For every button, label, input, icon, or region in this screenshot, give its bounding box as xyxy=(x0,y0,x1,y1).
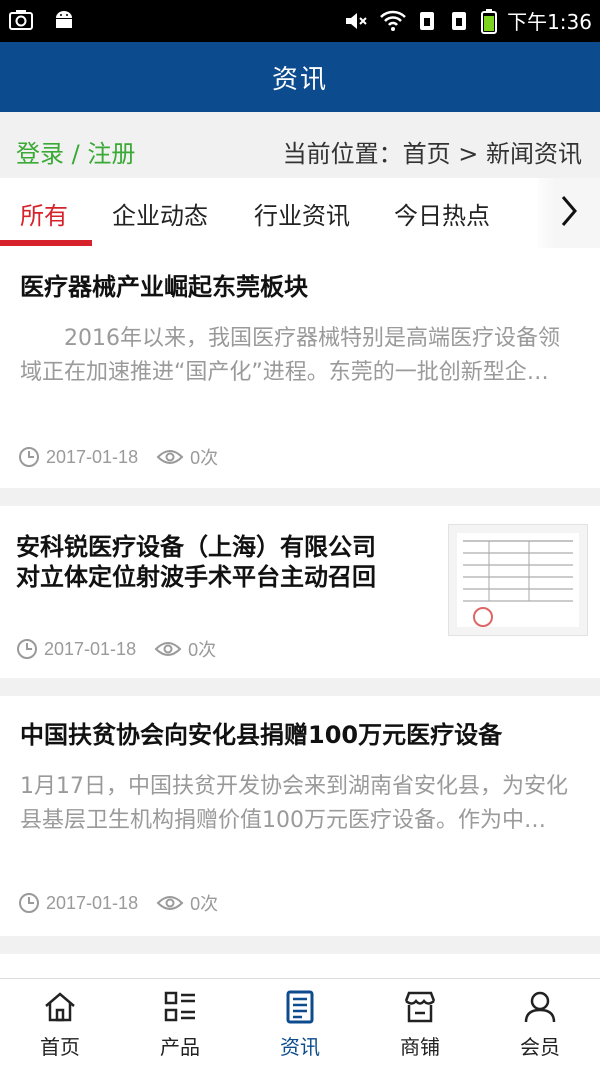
home-icon xyxy=(42,989,78,1027)
nav-news[interactable]: 资讯 xyxy=(240,989,360,1060)
nav-member-label: 会员 xyxy=(520,1035,560,1059)
nav-shops[interactable]: 商铺 xyxy=(360,989,480,1060)
news-item[interactable]: 安科锐医疗设备（上海）有限公司 对立体定位射波手术平台主动召回 2017-01-… xyxy=(0,506,600,678)
camera-icon xyxy=(8,8,34,32)
eye-icon xyxy=(154,639,182,659)
active-tab-indicator xyxy=(0,240,92,246)
news-date: 2017-01-18 xyxy=(46,892,139,913)
tabs-scroll-right-button[interactable] xyxy=(538,178,600,248)
page-title: 资讯 xyxy=(271,64,328,95)
sim1-icon xyxy=(417,9,439,33)
wifi-icon xyxy=(379,9,407,33)
clock-text: 下午1:36 xyxy=(507,10,592,34)
nav-member[interactable]: 会员 xyxy=(480,989,600,1060)
nav-home[interactable]: 首页 xyxy=(0,989,120,1060)
clock-icon xyxy=(18,892,40,914)
eye-icon xyxy=(156,893,184,913)
location-bar: 登录 / 注册 当前位置：首页 > 新闻资讯 xyxy=(0,112,600,178)
eye-icon xyxy=(156,447,184,467)
user-icon xyxy=(522,989,558,1027)
news-title: 中国扶贫协会向安化县捐赠100万元医疗设备 xyxy=(20,721,503,749)
status-bar: 下午1:36 xyxy=(0,0,600,42)
login-register-link[interactable]: 登录 / 注册 xyxy=(16,134,135,169)
tab-company-news[interactable]: 企业动态 xyxy=(112,196,208,231)
sim2-icon xyxy=(449,9,471,33)
news-item[interactable]: 中国扶贫协会向安化县捐赠100万元医疗设备 1月17日，中国扶贫开发协会来到湖南… xyxy=(0,696,600,936)
tab-today-hot[interactable]: 今日热点 xyxy=(394,196,490,231)
news-title: 医疗器械产业崛起东莞板块 xyxy=(20,273,308,301)
news-date: 2017-01-18 xyxy=(44,638,137,659)
nav-products-label: 产品 xyxy=(160,1035,200,1059)
news-title-line-1: 安科锐医疗设备（上海）有限公司 xyxy=(16,533,376,561)
android-icon xyxy=(52,8,76,32)
news-meta: 2017-01-18 0次 xyxy=(18,890,218,916)
news-views: 0次 xyxy=(190,894,219,914)
category-tabs: 所有 企业动态 行业资讯 今日热点 xyxy=(0,178,600,248)
news-item[interactable]: 医疗器械产业崛起东莞板块 2016年以来，我国医疗器械特别是高端医疗设备领域正在… xyxy=(0,248,600,488)
news-summary: 2016年以来，我国医疗器械特别是高端医疗设备领域正在加速推进“国产化”进程。东… xyxy=(20,326,560,385)
mute-icon xyxy=(343,9,369,33)
chevron-right-icon xyxy=(559,194,579,232)
news-views: 0次 xyxy=(188,640,217,660)
news-views: 0次 xyxy=(190,448,219,468)
nav-products[interactable]: 产品 xyxy=(120,989,240,1060)
tab-all[interactable]: 所有 xyxy=(20,196,68,231)
nav-news-label: 资讯 xyxy=(280,1035,320,1059)
grid-list-icon xyxy=(162,989,198,1027)
nav-home-label: 首页 xyxy=(40,1035,80,1059)
news-date: 2017-01-18 xyxy=(46,446,139,467)
clock-icon xyxy=(18,446,40,468)
news-meta: 2017-01-18 0次 xyxy=(18,444,218,470)
app-bar: 资讯 xyxy=(0,42,600,112)
news-icon xyxy=(282,989,318,1027)
news-summary: 1月17日，中国扶贫开发协会来到湖南省安化县，为安化县基层卫生机构捐赠价值100… xyxy=(20,774,568,833)
battery-icon xyxy=(481,8,498,34)
tab-industry-news[interactable]: 行业资讯 xyxy=(254,196,350,231)
news-meta: 2017-01-18 0次 xyxy=(16,636,216,662)
news-title-line-2: 对立体定位射波手术平台主动召回 xyxy=(16,563,376,591)
breadcrumb: 当前位置：首页 > 新闻资讯 xyxy=(282,140,582,168)
nav-shops-label: 商铺 xyxy=(400,1035,440,1059)
news-thumbnail xyxy=(448,524,588,636)
bottom-navigation: 首页 产品 资讯 商铺 会员 xyxy=(0,978,600,1067)
clock-icon xyxy=(16,638,38,660)
shop-icon xyxy=(402,989,438,1027)
